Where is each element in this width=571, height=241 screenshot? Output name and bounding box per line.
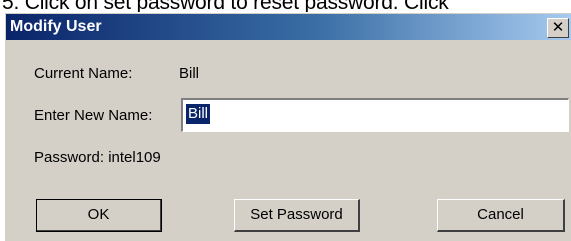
new-name-selected-text: Bill — [186, 104, 211, 124]
dialog-title: Modify User — [10, 18, 102, 35]
current-name-label: Current Name: — [34, 65, 133, 82]
new-name-input[interactable]: Bill — [181, 98, 569, 132]
set-password-button[interactable]: Set Password — [234, 199, 360, 232]
modify-user-dialog: Modify User ✕ Current Name: Bill Enter N… — [4, 12, 571, 241]
password-text: Password: intel109 — [34, 149, 161, 166]
cancel-button[interactable]: Cancel — [437, 199, 565, 232]
dialog-titlebar[interactable]: Modify User ✕ — [6, 14, 571, 40]
screenshot-page: 5. Click on set password to reset passwo… — [0, 0, 571, 241]
ok-button[interactable]: OK — [36, 199, 162, 232]
close-icon[interactable]: ✕ — [547, 18, 569, 38]
new-name-label: Enter New Name: — [34, 107, 153, 124]
current-name-value: Bill — [179, 65, 200, 82]
